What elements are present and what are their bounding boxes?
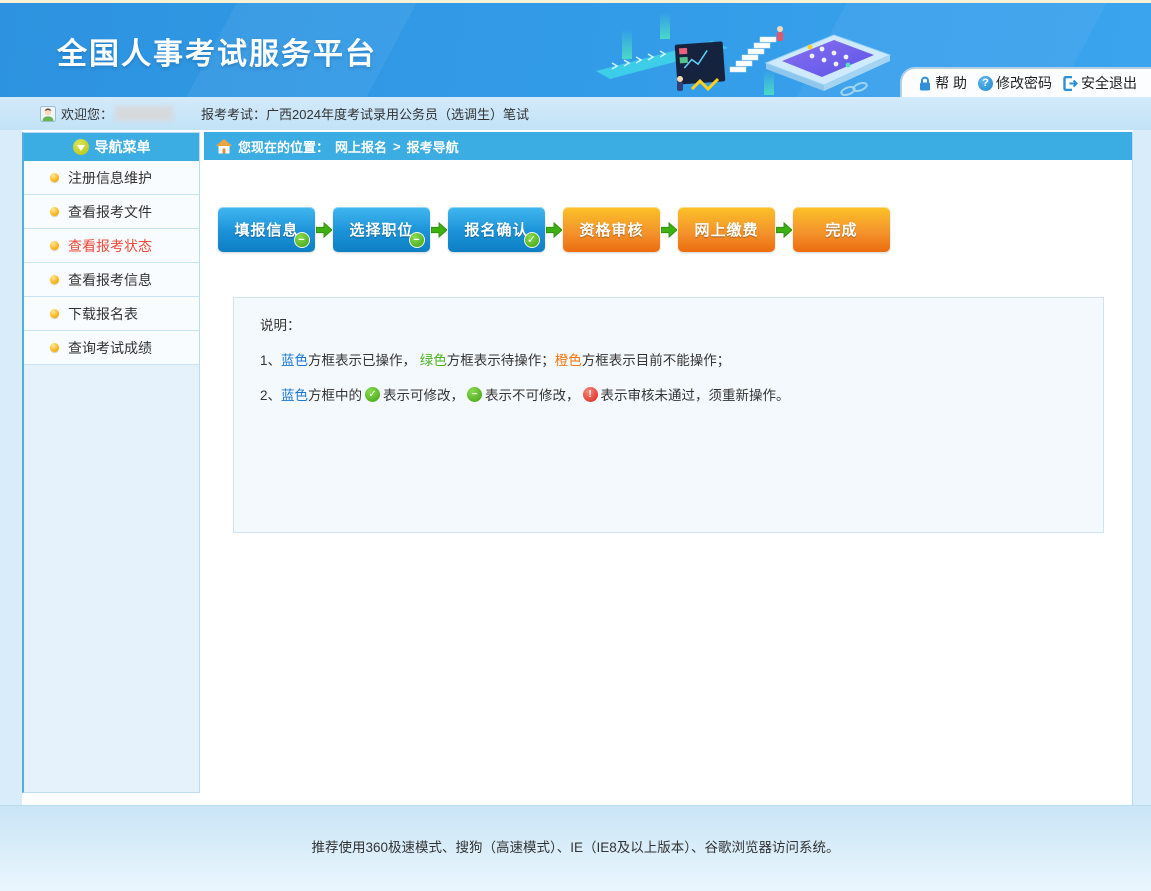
welcome-greeting: 欢迎您： — [61, 104, 113, 123]
bullet-icon — [50, 241, 59, 250]
main-area: 填报信息 − 选择职位 − 报名确认 ✓ — [204, 160, 1132, 805]
help-link[interactable]: 帮 助 — [918, 73, 967, 93]
step-qualification-review[interactable]: 资格审核 — [563, 207, 660, 252]
sidebar-item-label: 查询考试成绩 — [68, 338, 152, 358]
note-line-2: 2、蓝色方框中的✓表示可修改，−表示不可修改，!表示审核未通过，须重新操作。 — [260, 384, 1083, 404]
step-label: 完成 — [825, 219, 857, 240]
flow-arrow-icon — [545, 222, 563, 238]
footer: 推荐使用360极速模式、搜狗（高速模式）、IE（IE8及以上版本）、谷歌浏览器访… — [0, 805, 1151, 891]
change-password-label: 修改密码 — [996, 73, 1052, 93]
footer-text: 推荐使用360极速模式、搜狗（高速模式）、IE（IE8及以上版本）、谷歌浏览器访… — [311, 840, 839, 855]
note-line-1: 1、蓝色方框表示已操作， 绿色方框表示待操作；橙色方框表示目前不能操作； — [260, 349, 1083, 369]
warning-badge-icon: ! — [583, 387, 598, 402]
note-title: 说明： — [260, 314, 1083, 334]
note-text: 2、 — [260, 384, 281, 404]
sidebar-title: 导航菜单 — [95, 137, 151, 157]
note-text-green: 绿色 — [420, 349, 447, 369]
lock-icon — [918, 76, 932, 91]
note-text: 表示可修改， — [383, 384, 464, 404]
note-text-blue: 蓝色 — [281, 384, 308, 404]
note-text: 表示审核未通过，须重新操作。 — [601, 384, 790, 404]
bullet-icon — [50, 207, 59, 216]
breadcrumb: 您现在的位置： 网上报名 > 报考导航 — [204, 132, 1132, 160]
step-label: 填报信息 — [234, 219, 298, 240]
home-icon — [216, 139, 232, 154]
step-label: 资格审核 — [579, 219, 643, 240]
step-confirm[interactable]: 报名确认 ✓ — [448, 207, 545, 252]
sidebar-item-view-apply-status[interactable]: 查看报考状态 — [24, 229, 199, 263]
site-title: 全国人事考试服务平台 — [57, 29, 377, 73]
welcome-bar: 欢迎您： 报考考试： 广西2024年度考试录用公务员（选调生）笔试 — [0, 97, 1151, 130]
note-text-orange: 橙色 — [555, 349, 582, 369]
step-online-payment[interactable]: 网上缴费 — [678, 207, 775, 252]
check-badge-icon: ✓ — [524, 232, 540, 248]
breadcrumb-separator: > — [393, 139, 401, 154]
change-password-link[interactable]: ? 修改密码 — [978, 73, 1052, 93]
header-illustration — [596, 9, 896, 97]
username-redacted — [115, 106, 173, 121]
flow-arrow-icon — [430, 222, 448, 238]
sidebar-filler — [24, 365, 199, 792]
step-label: 报名确认 — [464, 219, 528, 240]
exam-label: 报考考试： — [201, 104, 266, 123]
chevron-down-icon — [73, 139, 89, 155]
check-badge-icon: ✓ — [365, 387, 380, 402]
breadcrumb-prefix: 您现在的位置： — [238, 137, 329, 156]
step-complete[interactable]: 完成 — [793, 207, 890, 252]
note-text: 方框表示待操作； — [447, 349, 555, 369]
logout-label: 安全退出 — [1081, 73, 1137, 93]
step-flow: 填报信息 − 选择职位 − 报名确认 ✓ — [218, 207, 890, 252]
flow-arrow-icon — [315, 222, 333, 238]
minus-badge-icon: − — [409, 232, 425, 248]
exit-icon — [1063, 76, 1078, 91]
note-text: 方框表示目前不能操作； — [582, 349, 731, 369]
sidebar-item-download-form[interactable]: 下载报名表 — [24, 297, 199, 331]
sidebar-header: 导航菜单 — [24, 133, 199, 161]
note-text: 方框表示已操作， — [308, 349, 416, 369]
question-icon: ? — [978, 76, 993, 91]
sidebar-item-label: 查看报考状态 — [68, 236, 152, 256]
minus-badge-icon: − — [467, 387, 482, 402]
step-select-position[interactable]: 选择职位 − — [333, 207, 430, 252]
step-label: 选择职位 — [349, 219, 413, 240]
sidebar-item-view-apply-info[interactable]: 查看报考信息 — [24, 263, 199, 297]
bullet-icon — [50, 275, 59, 284]
body: 导航菜单 注册信息维护 查看报考文件 查看报考状态 查看报考信息 — [22, 130, 1133, 805]
sidebar-item-label: 注册信息维护 — [68, 168, 152, 188]
sidebar-item-register-info[interactable]: 注册信息维护 — [24, 161, 199, 195]
content-panel: 您现在的位置： 网上报名 > 报考导航 填报信息 − 选择职位 − — [204, 132, 1133, 805]
note-box: 说明： 1、蓝色方框表示已操作， 绿色方框表示待操作；橙色方框表示目前不能操作；… — [233, 297, 1104, 533]
sidebar-item-view-exam-files[interactable]: 查看报考文件 — [24, 195, 199, 229]
step-fill-info[interactable]: 填报信息 − — [218, 207, 315, 252]
sidebar-item-label: 查看报考文件 — [68, 202, 152, 222]
note-text: 方框中的 — [308, 384, 362, 404]
sidebar-item-label: 下载报名表 — [68, 304, 138, 324]
header-quick-links: 帮 助 ? 修改密码 安全退出 — [900, 67, 1151, 97]
sidebar: 导航菜单 注册信息维护 查看报考文件 查看报考状态 查看报考信息 — [22, 132, 200, 793]
page: 全国人事考试服务平台 — [0, 0, 1151, 891]
breadcrumb-current[interactable]: 报考导航 — [407, 137, 459, 156]
logout-link[interactable]: 安全退出 — [1063, 73, 1137, 93]
minus-badge-icon: − — [294, 232, 310, 248]
note-text: 1、 — [260, 349, 281, 369]
flow-arrow-icon — [775, 222, 793, 238]
step-label: 网上缴费 — [694, 219, 758, 240]
help-label: 帮 助 — [935, 73, 967, 93]
breadcrumb-section[interactable]: 网上报名 — [335, 137, 387, 156]
sidebar-item-query-scores[interactable]: 查询考试成绩 — [24, 331, 199, 365]
bullet-icon — [50, 173, 59, 182]
note-text: 表示不可修改， — [485, 384, 580, 404]
flow-arrow-icon — [660, 222, 678, 238]
sidebar-item-label: 查看报考信息 — [68, 270, 152, 290]
bullet-icon — [50, 309, 59, 318]
sidebar-menu: 注册信息维护 查看报考文件 查看报考状态 查看报考信息 下载报名表 — [24, 161, 199, 365]
exam-name: 广西2024年度考试录用公务员（选调生）笔试 — [266, 104, 529, 123]
bullet-icon — [50, 343, 59, 352]
user-avatar-icon — [40, 106, 56, 122]
header-banner: 全国人事考试服务平台 — [0, 3, 1151, 97]
note-text-blue: 蓝色 — [281, 349, 308, 369]
